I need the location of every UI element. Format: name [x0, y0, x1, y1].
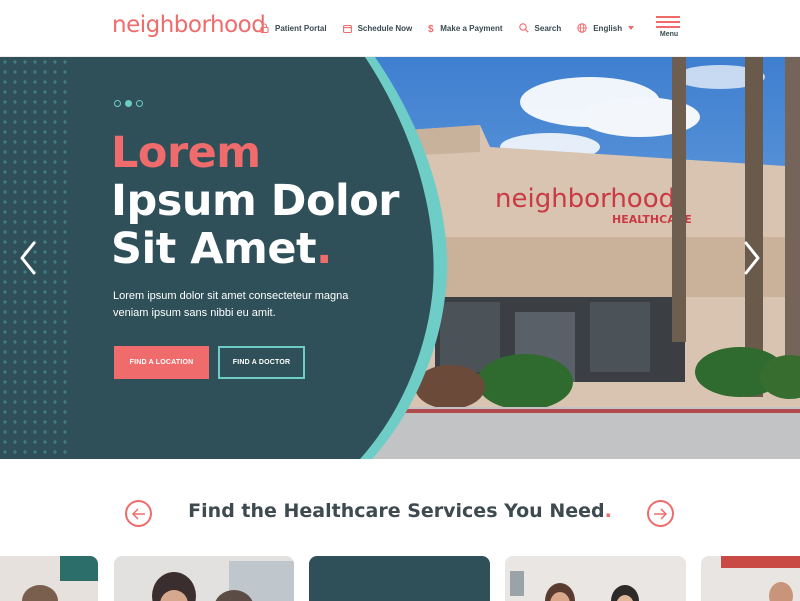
lock-icon — [260, 23, 269, 33]
hero-slider: neighborhood HEALTHCARE Lorem Ipsum Dolo… — [0, 57, 800, 459]
slider-dot[interactable] — [136, 100, 143, 107]
menu-button[interactable]: Menu — [656, 16, 682, 38]
nav-patient-portal-label: Patient Portal — [275, 23, 327, 33]
site-logo[interactable]: neighborhood — [112, 12, 266, 38]
services-next-button[interactable] — [647, 500, 674, 527]
dollar-icon: $ — [428, 24, 434, 33]
hero-title-line2: Ipsum Dolor — [111, 176, 399, 226]
arrow-right-icon — [654, 507, 668, 520]
globe-icon — [577, 23, 587, 33]
service-card-photo — [114, 556, 294, 601]
service-card-photo — [701, 556, 800, 601]
nav-schedule-now-label: Schedule Now — [357, 23, 413, 33]
slider-dots — [114, 100, 147, 107]
hero-title-period: . — [316, 224, 332, 274]
service-card-photo — [505, 556, 686, 601]
top-nav: Patient Portal Schedule Now $ Make a Pay… — [260, 21, 650, 35]
chevron-down-icon — [628, 26, 635, 30]
hamburger-icon — [656, 16, 682, 28]
search-icon — [518, 23, 529, 33]
service-card[interactable] — [701, 556, 800, 601]
service-card[interactable] — [309, 556, 490, 601]
nav-make-payment-label: Make a Payment — [440, 23, 503, 33]
service-card[interactable] — [0, 556, 98, 601]
slider-dot-active[interactable] — [125, 100, 132, 107]
slider-next-arrow-icon[interactable] — [742, 241, 762, 275]
nav-search-label: Search — [534, 23, 562, 33]
menu-label: Menu — [659, 31, 679, 38]
find-location-button[interactable]: Find a Location — [114, 346, 209, 379]
hero-title-line1: Lorem — [111, 128, 261, 178]
services-heading: Find the Healthcare Services You Need. — [0, 500, 800, 522]
service-card-photo — [0, 556, 98, 601]
services-heading-text: Find the Healthcare Services You Need — [188, 500, 605, 522]
nav-search[interactable]: Search — [518, 23, 562, 33]
service-card[interactable] — [114, 556, 294, 601]
nav-language-label: English — [593, 23, 623, 33]
calendar-icon — [342, 24, 352, 33]
slider-prev-arrow-icon[interactable] — [18, 241, 38, 275]
hero-title-line3: Sit Amet — [111, 224, 317, 274]
nav-schedule-now[interactable]: Schedule Now — [342, 23, 413, 33]
site-header: neighborhood Patient Portal Schedule Now… — [0, 0, 800, 57]
service-card[interactable] — [505, 556, 686, 601]
find-doctor-button[interactable]: Find a Doctor — [218, 346, 305, 379]
slider-dot[interactable] — [114, 100, 121, 107]
nav-language-select[interactable]: English — [577, 23, 635, 33]
services-heading-period: . — [604, 500, 612, 522]
hero-description: Lorem ipsum dolor sit amet consecteteur … — [113, 290, 349, 319]
svg-text:$: $ — [428, 24, 434, 33]
nav-make-payment[interactable]: $ Make a Payment — [428, 23, 503, 34]
hero-title: Lorem Ipsum Dolor Sit Amet. — [111, 129, 431, 273]
nav-patient-portal[interactable]: Patient Portal — [260, 23, 327, 33]
